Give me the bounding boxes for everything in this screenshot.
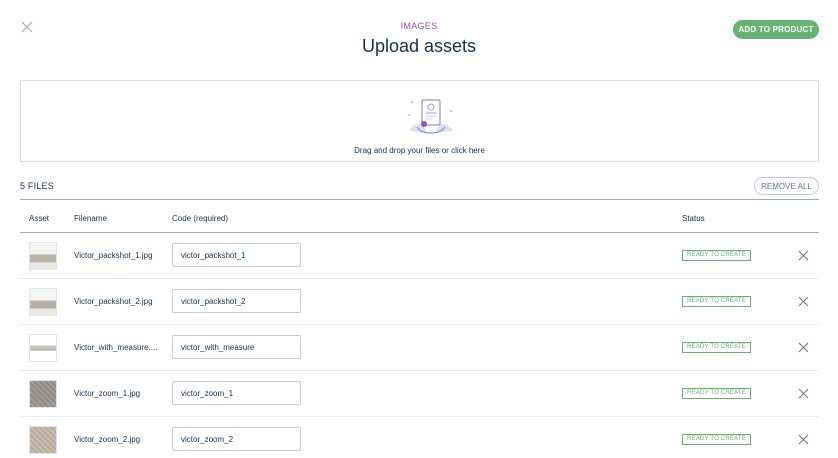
filename: Victor_zoom_1.jpg — [74, 389, 141, 398]
table-row: Victor_packshot_1.jpg READY TO CREATE — [20, 233, 819, 279]
column-asset: Asset — [29, 214, 50, 223]
asset-thumbnail — [29, 380, 57, 408]
status-badge: READY TO CREATE — [682, 342, 751, 353]
page-title: Upload assets — [361, 36, 477, 56]
column-code: Code (required) — [172, 214, 229, 223]
add-to-product-button[interactable]: ADD TO PRODUCT — [733, 20, 819, 39]
code-input[interactable] — [172, 335, 301, 359]
status-badge: READY TO CREATE — [682, 296, 751, 307]
dropzone-text: Drag and drop your files or click here — [354, 146, 485, 155]
remove-row-icon[interactable] — [798, 342, 809, 353]
status-badge: READY TO CREATE — [682, 250, 751, 261]
files-count: 5 FILES — [20, 181, 54, 191]
code-input[interactable] — [172, 427, 301, 451]
column-status: Status — [682, 214, 705, 223]
code-input[interactable] — [172, 381, 301, 405]
code-input[interactable] — [172, 289, 301, 313]
table-row: Victor_zoom_2.jpg READY TO CREATE — [20, 417, 819, 458]
table-header: Asset Filename Code (required) Status — [20, 199, 819, 233]
table-row: Victor_with_measure.... READY TO CREATE — [20, 325, 819, 371]
page-subtitle: IMAGES — [400, 21, 438, 31]
remove-row-icon[interactable] — [798, 434, 809, 445]
filename: Victor_packshot_1.jpg — [74, 251, 153, 260]
asset-thumbnail — [29, 242, 57, 270]
filename: Victor_with_measure.... — [74, 343, 158, 352]
table-row: Victor_zoom_1.jpg READY TO CREATE — [20, 371, 819, 417]
status-badge: READY TO CREATE — [682, 434, 751, 445]
upload-illustration-icon — [408, 99, 453, 134]
remove-row-icon[interactable] — [798, 250, 809, 261]
asset-thumbnail — [29, 334, 57, 362]
asset-thumbnail — [29, 426, 57, 454]
filename: Victor_packshot_2.jpg — [74, 297, 153, 306]
table-row: Victor_packshot_2.jpg READY TO CREATE — [20, 279, 819, 325]
remove-row-icon[interactable] — [798, 388, 809, 399]
remove-all-button[interactable]: REMOVE ALL — [754, 177, 819, 195]
file-dropzone[interactable]: Drag and drop your files or click here — [20, 80, 819, 162]
remove-row-icon[interactable] — [798, 296, 809, 307]
status-badge: READY TO CREATE — [682, 388, 751, 399]
filename: Victor_zoom_2.jpg — [74, 435, 141, 444]
code-input[interactable] — [172, 243, 301, 267]
column-filename: Filename — [74, 214, 107, 223]
asset-thumbnail — [29, 288, 57, 316]
